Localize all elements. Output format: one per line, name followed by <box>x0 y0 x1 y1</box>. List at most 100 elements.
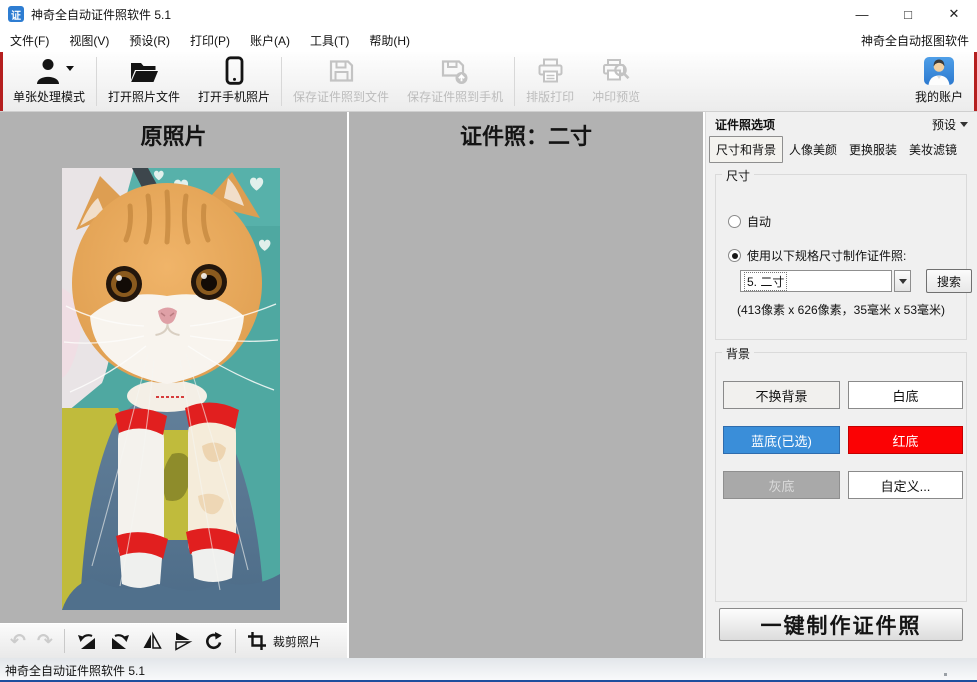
menu-account[interactable]: 账户(A) <box>240 28 300 53</box>
size-spec-radio[interactable]: 使用以下规格尺寸制作证件照: <box>728 247 906 264</box>
status-text: 神奇全自动证件照软件 5.1 <box>5 662 145 679</box>
save-to-phone-button: 保存证件照到手机 <box>398 52 512 111</box>
close-icon[interactable]: ✕ <box>931 0 977 28</box>
menu-file[interactable]: 文件(F) <box>0 28 59 53</box>
toolbar-separator <box>281 57 282 106</box>
crop-photo-button[interactable]: 裁剪照片 <box>247 631 321 651</box>
open-phone-photo-button[interactable]: 打开手机照片 <box>189 52 279 111</box>
menu-help[interactable]: 帮助(H) <box>359 28 420 53</box>
print-preview-label: 冲印预览 <box>592 88 640 105</box>
size-group: 尺寸 自动 使用以下规格尺寸制作证件照: 5. 二寸 <box>715 174 967 340</box>
size-dimensions-note: (413像素 x 626像素，35毫米 x 53毫米) <box>716 301 966 318</box>
toolbar-separator <box>96 57 97 106</box>
rotate-left-icon[interactable] <box>76 631 98 651</box>
size-select-arrow-button[interactable] <box>894 270 911 292</box>
window-controls: — □ ✕ <box>839 0 977 28</box>
bg-blue-button-selected[interactable]: 蓝底(已选) <box>723 426 840 454</box>
tab-size-background[interactable]: 尺寸和背景 <box>709 136 783 163</box>
size-select[interactable]: 5. 二寸 <box>740 270 892 292</box>
bg-no-change-button[interactable]: 不换背景 <box>723 381 840 409</box>
tab-clothes[interactable]: 更换服装 <box>843 137 903 162</box>
main-toolbar: 单张处理模式 打开照片文件 打开手机照片 <box>0 52 977 112</box>
bg-red-button[interactable]: 红底 <box>848 426 963 454</box>
chevron-down-icon <box>899 279 907 284</box>
undo-icon[interactable]: ↶ <box>10 632 26 651</box>
save-to-file-label: 保存证件照到文件 <box>293 88 389 105</box>
edit-toolbar-separator <box>235 629 236 653</box>
print-layout-button: 排版打印 <box>517 52 583 111</box>
account-avatar-icon <box>924 57 954 85</box>
print-preview-icon <box>601 57 631 85</box>
bg-gray-button[interactable]: 灰底 <box>723 471 840 499</box>
mode-dropdown-icon <box>66 66 74 71</box>
app-window: 证 神奇全自动证件照软件 5.1 — □ ✕ 文件(F) 视图(V) 预设(R)… <box>0 0 977 682</box>
tab-makeup-filter[interactable]: 美妆滤镜 <box>903 137 963 162</box>
cat-photo-image <box>62 168 280 610</box>
options-title: 证件照选项 <box>715 116 775 133</box>
menu-tools[interactable]: 工具(T) <box>300 28 359 53</box>
size-spec-label: 使用以下规格尺寸制作证件照: <box>747 247 906 264</box>
size-auto-label: 自动 <box>747 213 771 230</box>
menubar-right-label: 神奇全自动抠图软件 <box>861 32 977 49</box>
bg-white-button[interactable]: 白底 <box>848 381 963 409</box>
my-account-button[interactable]: 我的账户 <box>905 52 973 111</box>
minimize-icon[interactable]: — <box>839 0 885 28</box>
search-button-label: 搜索 <box>937 273 961 290</box>
save-to-file-button: 保存证件照到文件 <box>284 52 398 111</box>
single-mode-label: 单张处理模式 <box>13 88 85 105</box>
menu-bar: 文件(F) 视图(V) 预设(R) 打印(P) 账户(A) 工具(T) 帮助(H… <box>0 28 977 52</box>
redo-icon[interactable]: ↷ <box>37 632 53 651</box>
options-panel: 证件照选项 预设 尺寸和背景 人像美颜 更换服装 美妆滤镜 尺寸 自动 <box>705 112 977 658</box>
save-to-phone-label: 保存证件照到手机 <box>407 88 503 105</box>
print-layout-label: 排版打印 <box>526 88 574 105</box>
printer-icon <box>536 57 565 85</box>
menu-view[interactable]: 视图(V) <box>59 28 119 53</box>
smartphone-icon <box>219 56 249 85</box>
person-icon <box>34 57 64 85</box>
radio-checked-icon <box>728 249 741 262</box>
rotate-180-icon[interactable] <box>204 631 224 651</box>
original-photo-panel: 原照片 <box>0 112 347 658</box>
preset-arrow-icon <box>960 122 968 127</box>
menu-preset[interactable]: 预设(R) <box>119 28 180 53</box>
save-floppy-icon <box>327 57 356 85</box>
rotate-right-icon[interactable] <box>109 631 131 651</box>
open-folder-icon <box>128 57 160 85</box>
background-group: 背景 不换背景 白底 蓝底(已选) 红底 灰底 自定义... <box>715 352 967 602</box>
background-buttons: 不换背景 白底 蓝底(已选) 红底 灰底 自定义... <box>723 381 963 499</box>
flip-vertical-icon[interactable] <box>173 631 193 651</box>
maximize-icon[interactable]: □ <box>885 0 931 28</box>
open-phone-photo-label: 打开手机照片 <box>198 88 270 105</box>
edit-toolbar-separator <box>64 629 65 653</box>
single-mode-button[interactable]: 单张处理模式 <box>4 52 94 111</box>
size-auto-radio[interactable]: 自动 <box>728 213 771 230</box>
id-photo-title: 证件照：二寸 <box>349 119 703 151</box>
id-photo-panel: 证件照：二寸 <box>349 112 703 658</box>
preset-label: 预设 <box>932 116 956 133</box>
tab-beauty[interactable]: 人像美颜 <box>783 137 843 162</box>
main-area: 原照片 <box>0 112 977 658</box>
open-photo-file-button[interactable]: 打开照片文件 <box>99 52 189 111</box>
window-title: 神奇全自动证件照软件 5.1 <box>31 6 171 23</box>
photo-edit-toolbar: ↶ ↷ <box>0 623 347 658</box>
status-bar: 神奇全自动证件照软件 5.1 <box>0 658 977 682</box>
search-button[interactable]: 搜索 <box>926 269 972 293</box>
background-group-title: 背景 <box>722 345 754 362</box>
my-account-label: 我的账户 <box>915 88 963 105</box>
size-select-value: 5. 二寸 <box>745 273 786 290</box>
save-to-phone-icon <box>440 57 470 85</box>
size-group-title: 尺寸 <box>722 167 754 184</box>
radio-unchecked-icon <box>728 215 741 228</box>
preset-dropdown[interactable]: 预设 <box>932 116 968 133</box>
resize-grip-icon[interactable] <box>944 673 947 676</box>
original-photo[interactable] <box>62 168 280 610</box>
options-tabs: 尺寸和背景 人像美颜 更换服装 美妆滤镜 <box>709 136 975 162</box>
app-icon: 证 <box>8 6 24 22</box>
bg-custom-button[interactable]: 自定义... <box>848 471 963 499</box>
make-id-photo-button[interactable]: 一键制作证件照 <box>719 608 963 641</box>
flip-horizontal-icon[interactable] <box>142 631 162 651</box>
title-bar: 证 神奇全自动证件照软件 5.1 — □ ✕ <box>0 0 977 28</box>
menu-print[interactable]: 打印(P) <box>180 28 240 53</box>
options-header: 证件照选项 预设 <box>706 112 977 136</box>
open-photo-file-label: 打开照片文件 <box>108 88 180 105</box>
